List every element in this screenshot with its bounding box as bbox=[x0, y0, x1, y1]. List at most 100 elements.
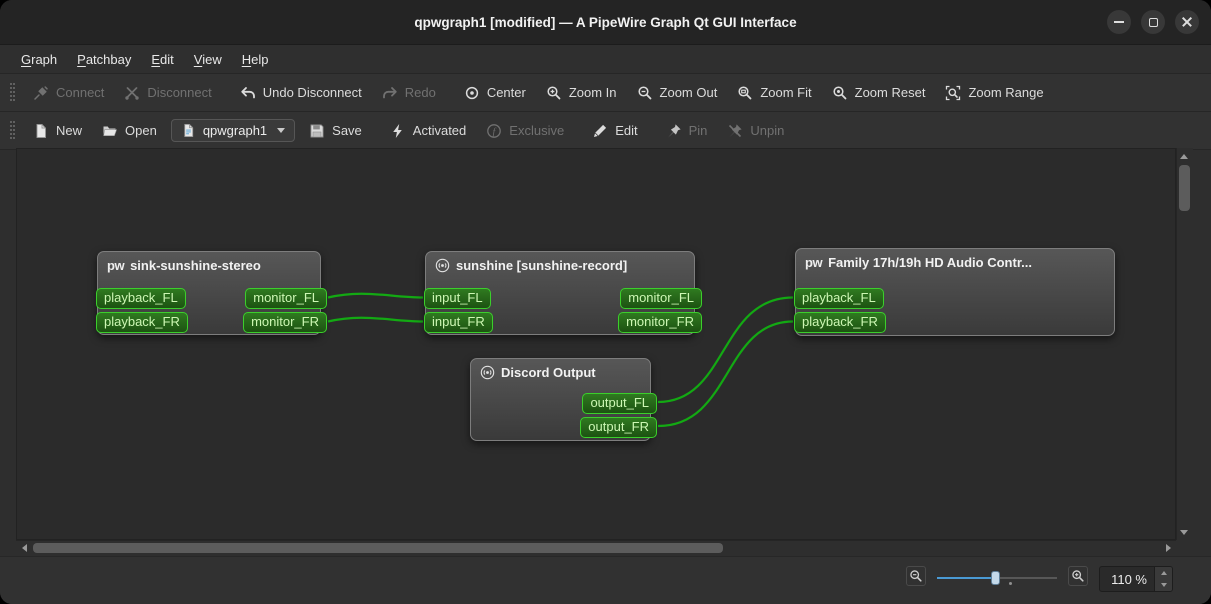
center-icon bbox=[465, 86, 478, 99]
zoom-out-button[interactable]: Zoom Out bbox=[627, 80, 728, 106]
save-patchbay-button[interactable]: Save bbox=[299, 118, 372, 144]
close-button[interactable] bbox=[1175, 10, 1199, 34]
node-title: Discord Output bbox=[501, 365, 596, 380]
exclusive-icon: f bbox=[487, 123, 502, 138]
scroll-left-arrow[interactable] bbox=[16, 540, 32, 556]
node-header[interactable]: Discord Output bbox=[471, 359, 650, 382]
pin-button[interactable]: Pin bbox=[656, 118, 718, 144]
port-input-fr[interactable]: input_FR bbox=[424, 312, 493, 333]
titlebar[interactable]: qpwgraph1 [modified] — A PipeWire Graph … bbox=[0, 0, 1211, 45]
port-playback-fl[interactable]: playback_FL bbox=[96, 288, 186, 309]
svg-text:f: f bbox=[493, 126, 497, 137]
redo-button[interactable]: Redo bbox=[372, 80, 446, 106]
statusbar-zoom-in-button[interactable] bbox=[1068, 566, 1088, 586]
patchbay-file-icon bbox=[184, 123, 193, 138]
pipewire-icon: pw bbox=[805, 255, 823, 270]
graph-canvas[interactable]: pw sink-sunshine-stereo playback_FL play… bbox=[16, 148, 1176, 540]
port-monitor-fl[interactable]: monitor_FL bbox=[245, 288, 327, 309]
scroll-down-arrow[interactable] bbox=[1176, 524, 1192, 540]
zoom-reset-icon bbox=[833, 85, 847, 99]
port-playback-fr[interactable]: playback_FR bbox=[96, 312, 188, 333]
edit-pencil-icon bbox=[594, 124, 607, 137]
unpin-button[interactable]: Unpin bbox=[717, 118, 794, 144]
port-monitor-fr[interactable]: monitor_FR bbox=[618, 312, 702, 333]
port-playback-fr[interactable]: playback_FR bbox=[794, 312, 886, 333]
port-output-fl[interactable]: output_FL bbox=[582, 393, 657, 414]
spin-buttons bbox=[1154, 567, 1172, 591]
toolbar-drag-handle[interactable] bbox=[10, 120, 15, 141]
minimize-icon bbox=[1114, 21, 1124, 23]
zoom-slider-handle[interactable] bbox=[991, 571, 1000, 585]
edit-button[interactable]: Edit bbox=[582, 118, 647, 144]
zoom-in-button[interactable]: Zoom In bbox=[536, 80, 627, 106]
zoom-in-icon bbox=[547, 85, 561, 99]
connect-icon bbox=[34, 85, 48, 100]
media-node-icon bbox=[480, 365, 495, 380]
open-patchbay-button[interactable]: Open bbox=[92, 118, 167, 144]
node-title: sink-sunshine-stereo bbox=[130, 258, 261, 273]
scroll-right-arrow[interactable] bbox=[1160, 540, 1176, 556]
disconnect-button[interactable]: Disconnect bbox=[114, 80, 221, 106]
menu-patchbay[interactable]: Patchbay bbox=[68, 48, 140, 71]
port-monitor-fl[interactable]: monitor_FL bbox=[620, 288, 702, 309]
pin-icon bbox=[667, 123, 681, 138]
spin-down-button[interactable] bbox=[1155, 579, 1172, 591]
center-button[interactable]: Center bbox=[454, 80, 536, 106]
new-patchbay-button[interactable]: New bbox=[23, 118, 92, 144]
zoom-reset-button[interactable]: Zoom Reset bbox=[822, 80, 936, 106]
open-folder-icon bbox=[103, 126, 118, 136]
menu-help[interactable]: Help bbox=[233, 48, 278, 71]
maximize-icon bbox=[1148, 17, 1158, 27]
window-title: qpwgraph1 [modified] — A PipeWire Graph … bbox=[414, 14, 797, 30]
zoom-fit-icon bbox=[738, 85, 752, 99]
node-header[interactable]: sunshine [sunshine-record] bbox=[426, 252, 694, 275]
node-header[interactable]: pw sink-sunshine-stereo bbox=[98, 252, 320, 275]
connection-wire[interactable] bbox=[327, 292, 424, 299]
node-discord-output[interactable]: Discord Output output_FL output_FR bbox=[470, 358, 657, 441]
node-family-hd-audio[interactable]: pw Family 17h/19h HD Audio Contr... play… bbox=[794, 248, 1115, 336]
undo-disconnect-button[interactable]: Undo Disconnect bbox=[230, 80, 372, 106]
node-header[interactable]: pw Family 17h/19h HD Audio Contr... bbox=[796, 249, 1114, 272]
disconnect-icon bbox=[125, 86, 140, 100]
port-input-fl[interactable]: input_FL bbox=[424, 288, 491, 309]
unpin-icon bbox=[729, 123, 743, 138]
horizontal-scrollbar[interactable] bbox=[16, 540, 1176, 556]
menu-edit[interactable]: Edit bbox=[142, 48, 182, 71]
exclusive-toggle[interactable]: f Exclusive bbox=[476, 118, 574, 144]
minimize-button[interactable] bbox=[1107, 10, 1131, 34]
activated-toggle[interactable]: Activated bbox=[380, 118, 476, 144]
zoom-slider[interactable] bbox=[937, 569, 1057, 587]
zoom-percent-value[interactable]: 110 % bbox=[1100, 567, 1154, 591]
port-output-fr[interactable]: output_FR bbox=[580, 417, 657, 438]
patchbay-toolbar: New Open qpwgraph1 Save Activated f Excl… bbox=[0, 112, 1211, 150]
maximize-button[interactable] bbox=[1141, 10, 1165, 34]
port-playback-fl[interactable]: playback_FL bbox=[794, 288, 884, 309]
patchbay-selector[interactable]: qpwgraph1 bbox=[170, 119, 296, 142]
node-sink-sunshine-stereo[interactable]: pw sink-sunshine-stereo playback_FL play… bbox=[96, 251, 327, 335]
spin-up-button[interactable] bbox=[1155, 567, 1172, 579]
zoom-percent-spinbox[interactable]: 110 % bbox=[1099, 566, 1173, 592]
port-monitor-fr[interactable]: monitor_FR bbox=[243, 312, 327, 333]
connect-button[interactable]: Connect bbox=[23, 80, 114, 106]
pipewire-icon: pw bbox=[107, 258, 125, 273]
connection-wire[interactable] bbox=[327, 316, 424, 323]
app-window: qpwgraph1 [modified] — A PipeWire Graph … bbox=[0, 0, 1211, 604]
connection-wire[interactable] bbox=[657, 320, 794, 428]
connection-wires-layer bbox=[327, 292, 794, 428]
zoom-fit-button[interactable]: Zoom Fit bbox=[727, 80, 821, 106]
chevron-down-icon bbox=[277, 128, 286, 133]
scroll-up-arrow[interactable] bbox=[1176, 148, 1192, 164]
zoom-range-icon bbox=[946, 85, 961, 100]
arrow-up-icon bbox=[1160, 571, 1167, 575]
toolbar-drag-handle[interactable] bbox=[10, 82, 15, 103]
vertical-scrollbar[interactable] bbox=[1176, 148, 1193, 540]
activated-icon bbox=[392, 123, 402, 138]
close-icon bbox=[1181, 16, 1193, 28]
menu-graph[interactable]: Graph bbox=[12, 48, 66, 71]
menu-view[interactable]: View bbox=[185, 48, 231, 71]
node-sunshine-record[interactable]: sunshine [sunshine-record] input_FL inpu… bbox=[424, 251, 702, 335]
vertical-scroll-thumb[interactable] bbox=[1179, 165, 1190, 211]
zoom-range-button[interactable]: Zoom Range bbox=[935, 80, 1053, 106]
statusbar-zoom-out-button[interactable] bbox=[906, 566, 926, 586]
horizontal-scroll-thumb[interactable] bbox=[33, 543, 723, 553]
